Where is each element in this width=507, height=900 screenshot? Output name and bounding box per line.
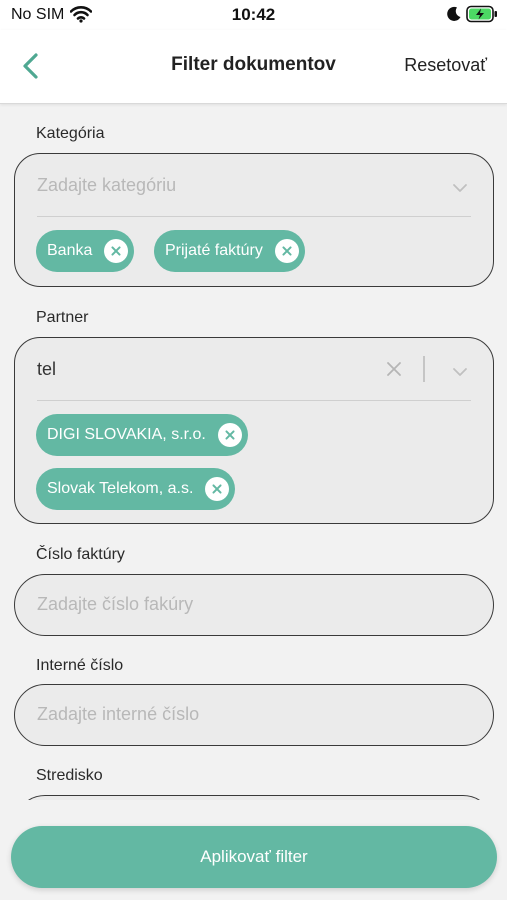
chip-label: Prijaté faktúry bbox=[165, 242, 263, 259]
filter-form[interactable]: Kategória Zadajte kategóriu Banka Prijat… bbox=[0, 104, 507, 800]
chip-remove-icon[interactable] bbox=[217, 423, 242, 447]
partner-label: Partner bbox=[36, 309, 89, 326]
navigation-bar: Filter dokumentov Resetovať bbox=[0, 30, 507, 104]
cost-center-input[interactable] bbox=[14, 795, 494, 800]
invoice-number-placeholder: Zadajte číslo fakúry bbox=[37, 594, 194, 614]
partner-divider bbox=[37, 400, 471, 401]
battery-charging-icon bbox=[466, 5, 498, 28]
chevron-down-icon[interactable] bbox=[452, 364, 468, 376]
invoice-number-input[interactable]: Zadajte číslo fakúry bbox=[14, 574, 494, 636]
category-chip-prijate-faktury[interactable]: Prijaté faktúry bbox=[154, 230, 305, 272]
internal-number-label: Interné číslo bbox=[36, 657, 124, 674]
chip-label: Slovak Telekom, a.s. bbox=[47, 480, 194, 497]
chip-remove-icon[interactable] bbox=[205, 477, 230, 501]
invoice-number-label: Číslo faktúry bbox=[36, 546, 125, 563]
separator bbox=[423, 356, 425, 382]
close-icon[interactable] bbox=[385, 360, 403, 378]
clock: 10:42 bbox=[231, 5, 276, 24]
chip-label: Banka bbox=[47, 242, 93, 259]
reset-button[interactable]: Resetovať bbox=[404, 55, 487, 76]
internal-number-input[interactable]: Zadajte interné číslo bbox=[14, 684, 494, 746]
status-bar: No SIM 10:42 bbox=[0, 0, 507, 30]
category-select[interactable]: Zadajte kategóriu Banka Prijaté faktúry bbox=[14, 153, 494, 287]
partner-chip-slovak-telekom[interactable]: Slovak Telekom, a.s. bbox=[36, 468, 236, 510]
chip-remove-icon[interactable] bbox=[274, 239, 299, 263]
apply-filter-button[interactable]: Aplikovať filter bbox=[11, 826, 497, 888]
moon-icon bbox=[446, 6, 462, 27]
partner-chip-digi-slovakia[interactable]: DIGI SLOVAKIA, s.r.o. bbox=[36, 414, 248, 456]
partner-select[interactable]: tel DIGI SLOVAKIA, s.r.o. Slovak Telekom… bbox=[14, 337, 494, 524]
cost-center-label: Stredisko bbox=[36, 767, 103, 784]
category-chip-banka[interactable]: Banka bbox=[36, 230, 135, 272]
internal-number-placeholder: Zadajte interné číslo bbox=[37, 704, 200, 724]
category-placeholder: Zadajte kategóriu bbox=[37, 175, 177, 195]
category-label: Kategória bbox=[36, 125, 105, 142]
category-divider bbox=[37, 216, 471, 217]
partner-search-value[interactable]: tel bbox=[37, 359, 56, 380]
chip-label: DIGI SLOVAKIA, s.r.o. bbox=[47, 426, 206, 443]
chip-remove-icon[interactable] bbox=[104, 239, 129, 263]
chevron-down-icon[interactable] bbox=[452, 180, 468, 192]
